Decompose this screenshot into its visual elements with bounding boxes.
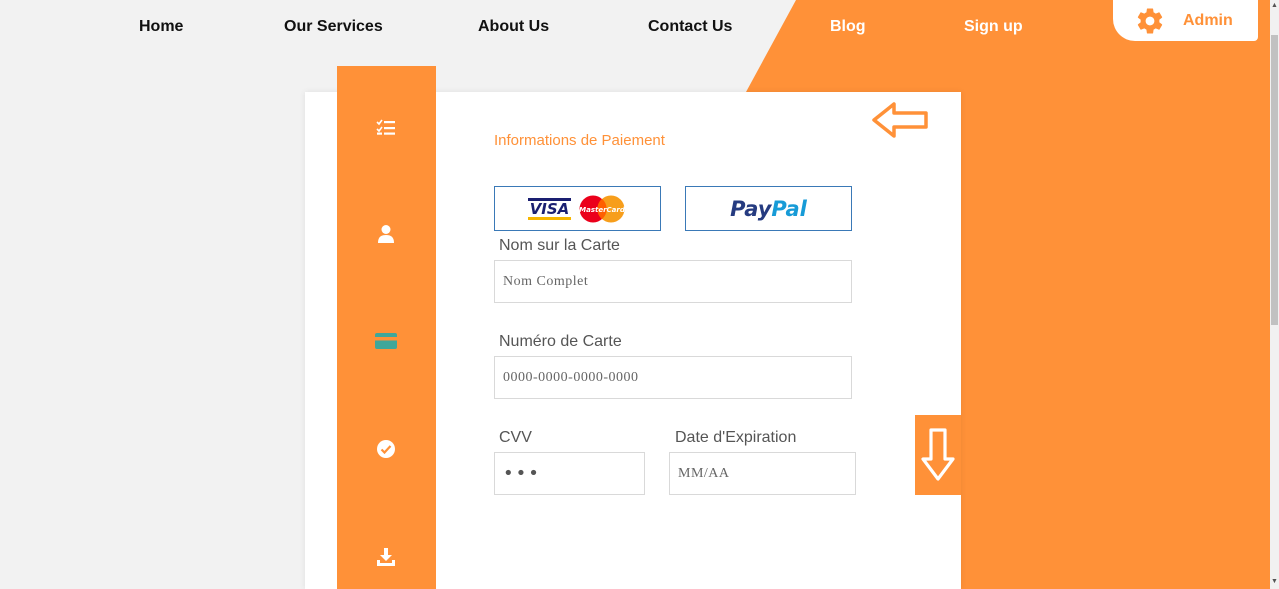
nav-about-us[interactable]: About Us <box>478 18 549 36</box>
nav-our-services[interactable]: Our Services <box>284 18 383 36</box>
nav-home[interactable]: Home <box>139 18 183 36</box>
card-number-label: Numéro de Carte <box>499 333 622 350</box>
visa-logo: VISA <box>527 197 572 220</box>
back-arrow-icon[interactable] <box>870 98 932 142</box>
admin-button[interactable]: Admin <box>1113 0 1258 41</box>
mastercard-label: MasterCard <box>579 206 626 214</box>
admin-label: Admin <box>1183 11 1233 29</box>
name-on-card-label: Nom sur la Carte <box>499 237 620 254</box>
vertical-scrollbar[interactable]: ▲ ▼ <box>1270 0 1279 589</box>
name-on-card-input[interactable] <box>494 260 852 303</box>
gear-icon <box>1137 8 1163 33</box>
nav-contact-us[interactable]: Contact Us <box>648 18 732 36</box>
download-icon[interactable] <box>373 544 399 570</box>
checklist-icon[interactable] <box>373 114 399 140</box>
top-navigation: Home Our Services About Us Contact Us Bl… <box>0 0 1270 56</box>
expiry-date-label: Date d'Expiration <box>675 429 797 446</box>
scroll-down-arrow-icon[interactable]: ▼ <box>1271 578 1278 586</box>
scroll-up-arrow-icon[interactable]: ▲ <box>1271 2 1278 10</box>
mastercard-logo: MasterCard <box>579 195 626 222</box>
check-circle-icon[interactable] <box>373 436 399 462</box>
paypal-logo-pay: Pay <box>730 196 772 221</box>
card-number-input[interactable] <box>494 356 852 399</box>
nav-sign-up[interactable]: Sign up <box>964 18 1023 36</box>
expiry-date-input[interactable] <box>669 452 856 495</box>
next-step-button[interactable] <box>915 415 961 495</box>
cvv-input[interactable] <box>494 452 645 495</box>
step-sidebar <box>337 66 436 589</box>
credit-card-icon[interactable] <box>373 328 399 354</box>
card-payment-option[interactable]: VISA MasterCard <box>494 186 661 231</box>
page: Home Our Services About Us Contact Us Bl… <box>0 0 1279 589</box>
scrollbar-thumb[interactable] <box>1271 35 1278 325</box>
form-title: Informations de Paiement <box>494 132 665 149</box>
nav-blog[interactable]: Blog <box>830 18 866 36</box>
paypal-logo: PayPal <box>730 197 807 221</box>
paypal-payment-option[interactable]: PayPal <box>685 186 852 231</box>
down-arrow-icon <box>921 428 955 481</box>
cvv-label: CVV <box>499 429 532 446</box>
user-icon[interactable] <box>373 221 399 247</box>
paypal-logo-pal: Pal <box>771 196 807 221</box>
